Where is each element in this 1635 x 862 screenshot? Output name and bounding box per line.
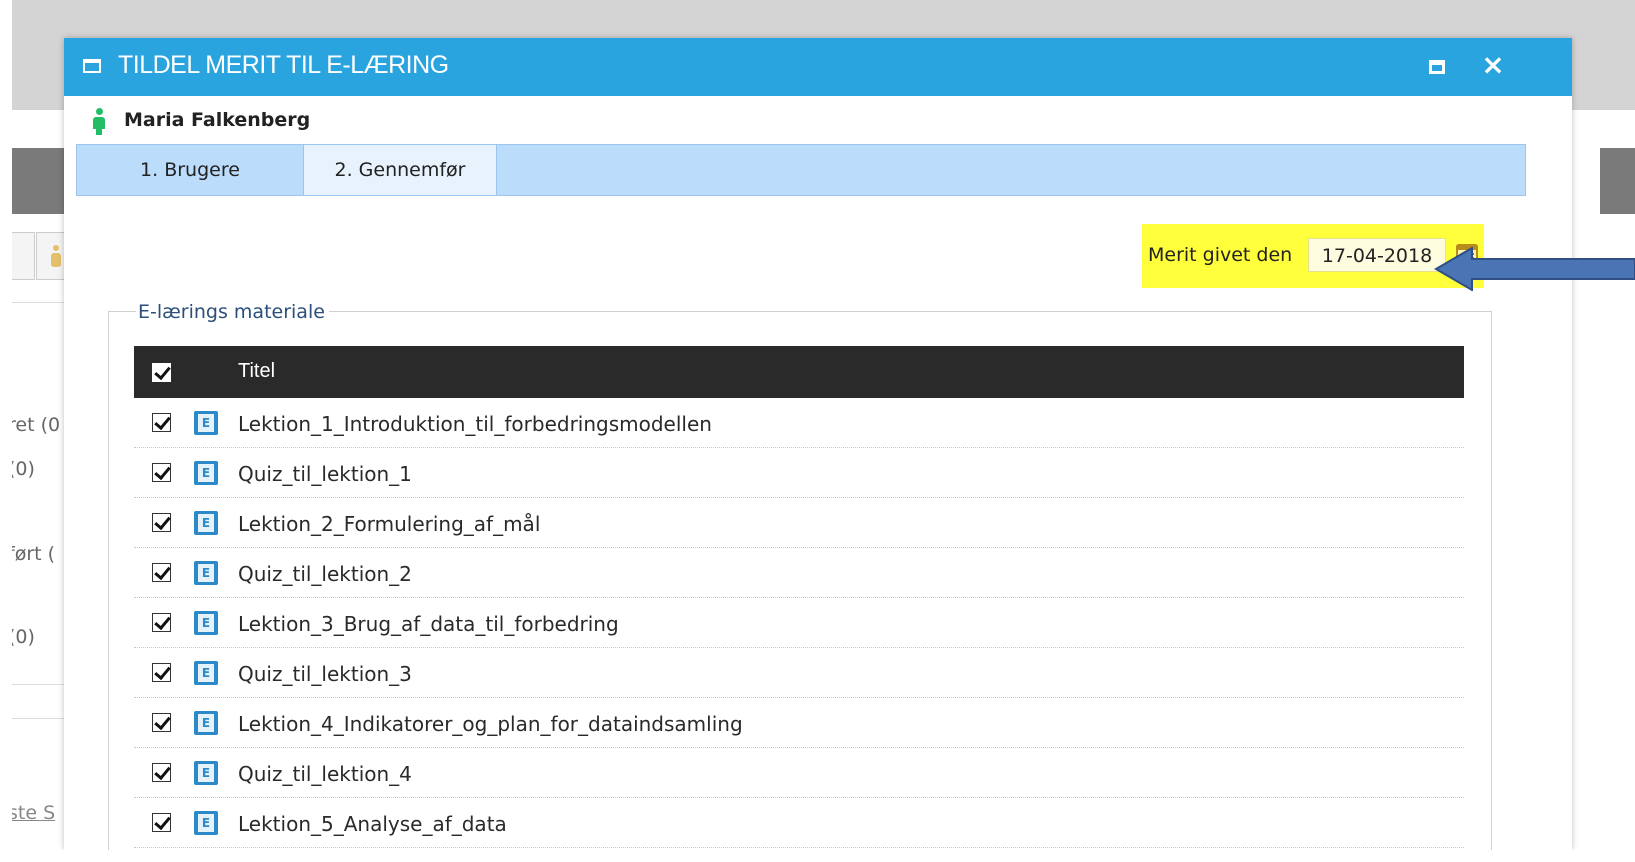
row-title: Quiz_til_lektion_2 xyxy=(238,562,412,586)
table-row[interactable]: E Lektion_5_Analyse_af_data xyxy=(134,798,1464,848)
row-checkbox[interactable] xyxy=(152,713,171,732)
dialog-titlebar[interactable]: TILDEL MERIT TIL E-LÆRING × xyxy=(64,38,1572,96)
row-checkbox[interactable] xyxy=(152,813,171,832)
elearning-icon: E xyxy=(194,761,218,785)
merit-date-label: Merit givet den xyxy=(1148,244,1293,266)
row-title: Lektion_5_Analyse_af_data xyxy=(238,812,507,836)
background-status-text: (0) xyxy=(8,626,35,648)
table-row[interactable]: E Lektion_2_Formulering_af_mål xyxy=(134,498,1464,548)
assign-merit-dialog: TILDEL MERIT TIL E-LÆRING × Maria Falken… xyxy=(64,38,1572,850)
wizard-tabs: 1. Brugere 2. Gennemfør xyxy=(76,144,1526,196)
row-checkbox[interactable] xyxy=(152,463,171,482)
elearning-icon: E xyxy=(194,811,218,835)
maximize-button[interactable] xyxy=(1426,55,1450,79)
table-row[interactable]: E Quiz_til_lektion_3 xyxy=(134,648,1464,698)
table-row[interactable]: E Lektion_3_Brug_af_data_til_forbedring xyxy=(134,598,1464,648)
row-title: Lektion_3_Brug_af_data_til_forbedring xyxy=(238,612,619,636)
row-title: Quiz_til_lektion_3 xyxy=(238,662,412,686)
background-divider xyxy=(12,302,70,303)
row-checkbox[interactable] xyxy=(152,563,171,582)
person-icon xyxy=(93,108,105,135)
row-title: Quiz_til_lektion_1 xyxy=(238,462,412,486)
table-row[interactable]: E Quiz_til_lektion_1 xyxy=(134,448,1464,498)
table-row[interactable]: E Lektion_1_Introduktion_til_forbedrings… xyxy=(134,398,1464,448)
elearning-icon: E xyxy=(194,511,218,535)
table-row[interactable]: E Quiz_til_lektion_2 xyxy=(134,548,1464,598)
elearning-icon: E xyxy=(194,411,218,435)
background-status-text: ført ( xyxy=(8,543,56,565)
column-header-title[interactable]: Titel xyxy=(238,360,275,383)
select-all-checkbox[interactable] xyxy=(152,363,171,382)
table-row[interactable]: E Lektion_4_Indikatorer_og_plan_for_data… xyxy=(134,698,1464,748)
elearning-icon: E xyxy=(194,461,218,485)
background-divider xyxy=(12,718,70,719)
row-title: Lektion_1_Introduktion_til_forbedringsmo… xyxy=(238,412,712,436)
tab-complete[interactable]: 2. Gennemfør xyxy=(303,145,497,195)
tab-users[interactable]: 1. Brugere xyxy=(77,145,303,195)
elearning-icon: E xyxy=(194,611,218,635)
elearning-icon: E xyxy=(194,561,218,585)
background-status-text: (0) xyxy=(8,458,35,480)
window-icon xyxy=(83,59,101,73)
elearning-icon: E xyxy=(194,661,218,685)
annotation-arrow-icon xyxy=(1434,247,1635,291)
row-checkbox[interactable] xyxy=(152,613,171,632)
row-title: Lektion_2_Formulering_af_mål xyxy=(238,512,541,536)
fieldset-legend: E-lærings materiale xyxy=(136,301,329,323)
merit-date-field: Merit givet den 17-04-2018 xyxy=(1142,224,1484,288)
row-checkbox[interactable] xyxy=(152,763,171,782)
maximize-icon xyxy=(1429,60,1445,74)
left-frame xyxy=(0,0,12,862)
user-name: Maria Falkenberg xyxy=(124,109,311,131)
row-checkbox[interactable] xyxy=(152,663,171,682)
dialog-title: TILDEL MERIT TIL E-LÆRING xyxy=(118,51,449,79)
grid-header: Titel xyxy=(134,346,1464,398)
row-title: Lektion_4_Indikatorer_og_plan_for_datain… xyxy=(238,712,743,736)
selected-user: Maria Falkenberg xyxy=(64,96,1572,144)
bottom-frame xyxy=(0,850,1635,862)
background-link[interactable]: ste S xyxy=(8,802,55,824)
close-button[interactable]: × xyxy=(1478,48,1508,82)
person-icon xyxy=(51,245,61,267)
background-divider xyxy=(12,684,70,685)
elearning-icon: E xyxy=(194,711,218,735)
row-title: Quiz_til_lektion_4 xyxy=(238,762,412,786)
background-user-band-right xyxy=(1600,148,1635,214)
background-toolbar-button[interactable] xyxy=(8,232,35,280)
row-checkbox[interactable] xyxy=(152,413,171,432)
row-checkbox[interactable] xyxy=(152,513,171,532)
table-row[interactable]: E Quiz_til_lektion_4 xyxy=(134,748,1464,798)
merit-date-input[interactable]: 17-04-2018 xyxy=(1308,238,1446,272)
background-status-text: ret (0 xyxy=(8,414,61,436)
